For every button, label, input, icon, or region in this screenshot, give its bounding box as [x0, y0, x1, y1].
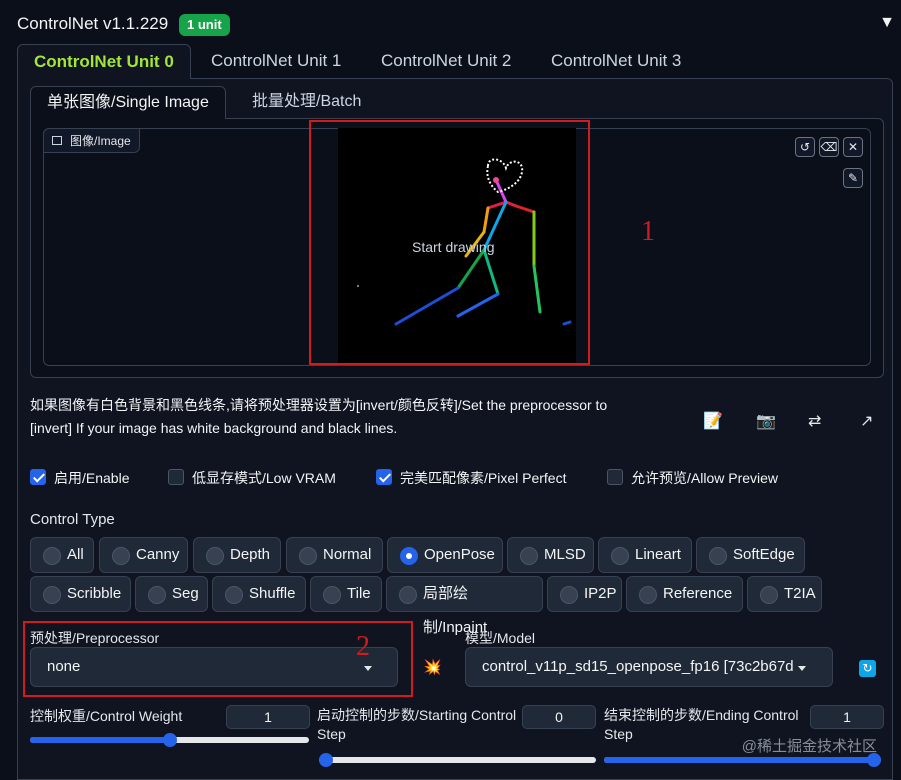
- control-type-tile[interactable]: Tile: [310, 576, 382, 612]
- control-type-label: Control Type: [30, 511, 115, 528]
- annotation-box-2: [23, 621, 413, 697]
- ending-step-slider[interactable]: [604, 753, 881, 767]
- tab-controlnet-unit-2[interactable]: ControlNet Unit 2: [365, 44, 527, 79]
- unit-count-badge: 1 unit: [179, 14, 230, 36]
- model-select[interactable]: control_v11p_sd15_openpose_fp16 [73c2b67…: [465, 647, 833, 687]
- control-type-depth[interactable]: Depth: [193, 537, 281, 573]
- tab-batch[interactable]: 批量处理/Batch: [236, 86, 377, 119]
- control-type-t2ia[interactable]: T2IA: [747, 576, 822, 612]
- triangle-down-icon[interactable]: ▼: [879, 14, 895, 32]
- tab-controlnet-unit-3[interactable]: ControlNet Unit 3: [535, 44, 697, 79]
- watermark: @稀土掘金技术社区: [741, 738, 877, 755]
- annotation-number-1: 1: [641, 216, 655, 247]
- control-type-scribble[interactable]: Scribble: [30, 576, 131, 612]
- close-icon[interactable]: ✕: [843, 137, 863, 157]
- starting-step-slider[interactable]: [319, 753, 596, 767]
- low-vram-checkbox[interactable]: [168, 469, 184, 485]
- allow-preview-label: 允许预览/Allow Preview: [631, 470, 779, 486]
- pixel-perfect-checkbox[interactable]: [376, 469, 392, 485]
- starting-step-input[interactable]: 0: [522, 705, 596, 729]
- control-type-shuffle[interactable]: Shuffle: [212, 576, 306, 612]
- control-type-inpaint[interactable]: 局部绘制/Inpaint: [386, 576, 543, 636]
- control-type-all[interactable]: All: [30, 537, 94, 573]
- enable-label: 启用/Enable: [54, 470, 130, 486]
- brush-icon[interactable]: ✎: [843, 168, 863, 188]
- control-type-normal[interactable]: Normal: [286, 537, 383, 573]
- control-type-mlsd[interactable]: MLSD: [507, 537, 594, 573]
- control-type-reference[interactable]: Reference: [626, 576, 743, 612]
- controlnet-header-title[interactable]: ControlNet v1.1.229: [17, 14, 168, 34]
- new-canvas-icon[interactable]: 📝: [703, 411, 723, 431]
- low-vram-label: 低显存模式/Low VRAM: [192, 470, 336, 486]
- control-type-softedge[interactable]: SoftEdge: [696, 537, 805, 573]
- control-weight-input[interactable]: 1: [226, 705, 310, 729]
- run-preprocessor-icon[interactable]: 💥: [423, 658, 442, 676]
- annotation-number-2: 2: [356, 631, 370, 662]
- image-icon: [52, 136, 62, 145]
- ending-step-input[interactable]: 1: [810, 705, 884, 729]
- control-type-lineart[interactable]: Lineart: [598, 537, 692, 573]
- annotation-box-1: [309, 120, 590, 365]
- refresh-icon[interactable]: ↻: [859, 660, 876, 677]
- swap-icon[interactable]: ⇄: [808, 411, 821, 431]
- invert-notice: 如果图像有白色背景和黑色线条,请将预处理器设置为[invert/颜色反转]/Se…: [30, 397, 608, 436]
- undo-icon[interactable]: ↺: [795, 137, 815, 157]
- control-type-openpose[interactable]: OpenPose: [387, 537, 503, 573]
- control-type-canny[interactable]: Canny: [99, 537, 188, 573]
- chevron-down-icon: [798, 666, 806, 671]
- control-type-seg[interactable]: Seg: [135, 576, 208, 612]
- control-weight-slider[interactable]: [30, 733, 309, 747]
- eraser-icon[interactable]: ⌫: [819, 137, 839, 157]
- camera-icon[interactable]: 📷: [756, 411, 776, 431]
- tab-controlnet-unit-1[interactable]: ControlNet Unit 1: [195, 44, 357, 79]
- control-type-ip2p[interactable]: IP2P: [547, 576, 622, 612]
- tab-single-image[interactable]: 单张图像/Single Image: [30, 86, 226, 119]
- allow-preview-checkbox[interactable]: [607, 469, 623, 485]
- pixel-perfect-label: 完美匹配像素/Pixel Perfect: [400, 470, 567, 486]
- model-label: 模型/Model: [465, 630, 536, 646]
- send-dimensions-icon[interactable]: ↗: [860, 411, 873, 431]
- control-weight-label: 控制权重/Control Weight: [30, 708, 183, 724]
- tab-controlnet-unit-0[interactable]: ControlNet Unit 0: [17, 44, 191, 79]
- starting-step-label: 启动控制的步数/Starting Control Step: [317, 707, 517, 742]
- enable-checkbox[interactable]: [30, 469, 46, 485]
